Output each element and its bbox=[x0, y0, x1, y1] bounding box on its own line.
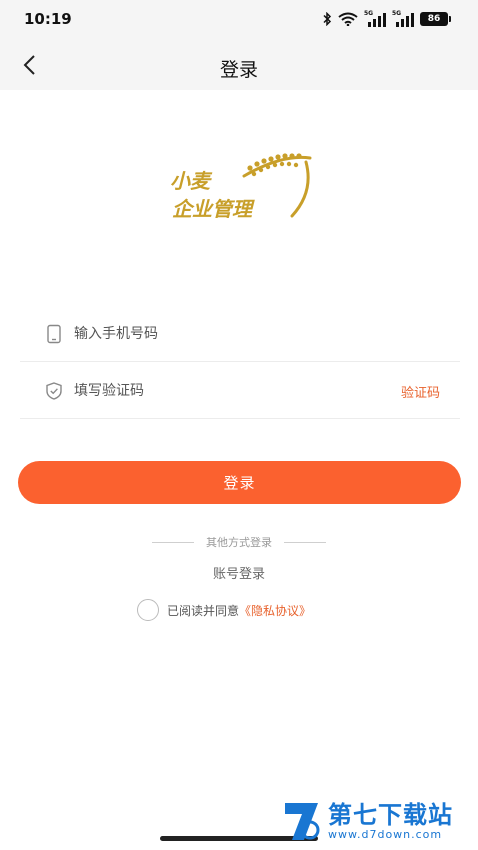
status-time: 10:19 bbox=[24, 10, 72, 28]
agreement-text: 已阅读并同意 bbox=[167, 603, 240, 618]
network-type-1: 5G bbox=[364, 10, 374, 17]
watermark-url: www.d7down.com bbox=[328, 827, 443, 841]
status-icons: 5G 5G 86 bbox=[322, 11, 451, 27]
verification-code-field: 验证码 bbox=[20, 363, 460, 419]
status-bar: 10:19 5G 5G 86 bbox=[0, 0, 478, 40]
agreement-row: 已阅读并同意 《隐私协议》 bbox=[137, 599, 311, 621]
bluetooth-icon bbox=[323, 12, 332, 26]
logo-text-line2: 企业管理 bbox=[172, 197, 255, 221]
other-login-divider: 其他方式登录 bbox=[0, 534, 478, 550]
watermark: 第七下载站 www.d7down.com bbox=[282, 800, 453, 842]
phone-input[interactable] bbox=[74, 320, 374, 348]
verification-code-input[interactable] bbox=[74, 377, 374, 405]
other-login-label: 其他方式登录 bbox=[206, 536, 272, 549]
page-title: 登录 bbox=[219, 59, 258, 81]
phone-field bbox=[20, 306, 460, 362]
battery-level: 86 bbox=[427, 14, 441, 24]
battery-icon: 86 bbox=[420, 12, 451, 26]
network-type-2: 5G bbox=[392, 10, 402, 17]
logo-text-line1: 小麦 bbox=[170, 169, 213, 193]
signal-icon-sim1: 5G bbox=[364, 11, 386, 27]
watermark-logo-icon bbox=[285, 803, 320, 840]
login-button[interactable]: 登录 bbox=[18, 461, 461, 504]
get-code-button[interactable]: 验证码 bbox=[401, 382, 440, 401]
shield-check-icon bbox=[46, 382, 62, 400]
phone-icon bbox=[47, 324, 61, 344]
account-login-link[interactable]: 账号登录 bbox=[0, 563, 478, 582]
app-logo: 小麦 企业管理 bbox=[170, 153, 312, 221]
privacy-policy-link[interactable]: 《隐私协议》 bbox=[239, 602, 311, 619]
wifi-icon bbox=[338, 12, 358, 26]
nav-bar: 登录 bbox=[0, 40, 478, 90]
agreement-checkbox[interactable] bbox=[137, 599, 159, 621]
watermark-title: 第七下载站 bbox=[328, 800, 453, 829]
signal-icon-sim2: 5G bbox=[392, 11, 414, 27]
divider-line-left bbox=[152, 541, 194, 543]
divider-line-right bbox=[284, 541, 326, 543]
